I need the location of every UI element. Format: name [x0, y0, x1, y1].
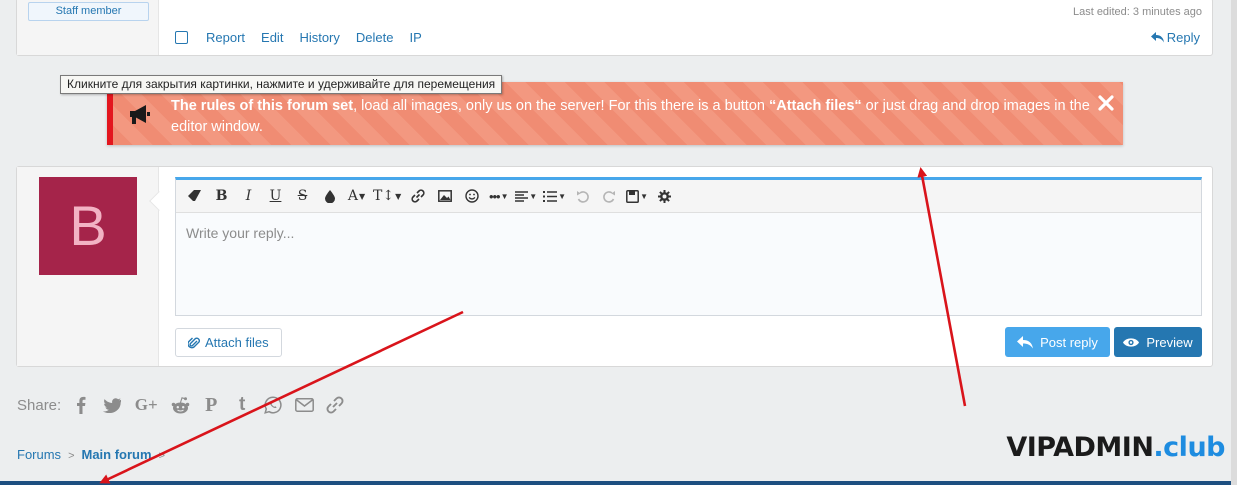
tumblr-icon[interactable]: t [232, 394, 252, 415]
italic-button[interactable]: I [238, 184, 259, 208]
scrollbar[interactable] [1231, 0, 1237, 485]
google-plus-icon[interactable]: G+ [133, 395, 159, 415]
pinterest-icon[interactable]: P [201, 394, 221, 416]
edit-link[interactable]: Edit [261, 30, 283, 45]
font-size-button[interactable]: T↕ ▼ [373, 184, 401, 208]
chevron-down-icon: ▼ [529, 191, 538, 201]
underline-button[interactable]: U [265, 184, 286, 208]
font-family-button[interactable]: A ▼ [346, 184, 367, 208]
whatsapp-icon[interactable] [263, 395, 283, 415]
redo-icon[interactable] [599, 184, 620, 208]
watermark-main: VIPADMIN [1006, 432, 1154, 463]
reply-label: Reply [1166, 30, 1200, 45]
post-user-panel: Staff member [17, 0, 159, 55]
notice-bold-button: “Attach files“ [768, 98, 862, 114]
reply-arrow-icon [1150, 32, 1164, 43]
reddit-icon[interactable] [170, 395, 190, 415]
list-icon[interactable]: ▼ [543, 184, 566, 208]
facebook-icon[interactable] [71, 395, 91, 415]
eraser-icon[interactable] [184, 184, 205, 208]
post-actions: Report Edit History Delete IP [175, 30, 438, 45]
twitter-icon[interactable] [102, 395, 122, 415]
chevron-down-icon: ▼ [500, 191, 509, 201]
chevron-down-icon: ▼ [358, 191, 366, 201]
save-draft-icon[interactable]: ▼ [626, 184, 648, 208]
breadcrumb-forums[interactable]: Forums [17, 447, 61, 462]
last-edited-text: Last edited: 3 minutes ago [1072, 6, 1202, 18]
reply-arrow-icon [1017, 335, 1034, 348]
reply-textarea[interactable]: Write your reply... [176, 213, 1201, 315]
rich-text-editor: B I U S A ▼ T↕ ▼ ••• ▼ ▼ ▼ ▼ Write your rep… [175, 177, 1202, 316]
eye-icon [1123, 337, 1140, 347]
chevron-down-icon: ▼ [395, 191, 402, 201]
font-size-label: T↕ [373, 188, 395, 204]
history-link[interactable]: History [299, 30, 339, 45]
share-bar: Share: G+ P t [17, 394, 356, 416]
smiley-icon[interactable] [461, 184, 482, 208]
watermark-tld: .club [1153, 432, 1225, 463]
attach-files-button[interactable]: Attach files [175, 328, 282, 357]
close-icon[interactable] [1098, 95, 1114, 111]
watermark-logo: VIPADMIN.club [1006, 432, 1225, 463]
quick-reply-form: B B I U S A ▼ T↕ ▼ ••• ▼ ▼ ▼ ▼ Write your r… [16, 166, 1213, 367]
notice-text-mid: , load all images, only us on the server… [353, 98, 769, 114]
reply-link[interactable]: Reply [1150, 30, 1200, 45]
image-tooltip: Кликните для закрытия картинки, нажмите … [60, 75, 503, 94]
image-icon[interactable] [434, 184, 455, 208]
report-link[interactable]: Report [206, 30, 245, 45]
link-icon[interactable] [407, 184, 428, 208]
reply-user-panel: B [17, 167, 159, 366]
footer-bar [0, 481, 1237, 485]
chevron-right-icon: > [68, 450, 75, 462]
share-label: Share: [17, 396, 62, 414]
notice-bold-lead: The rules of this forum set [171, 98, 354, 114]
post-footer: Staff member Last edited: 3 minutes ago … [16, 0, 1213, 56]
bold-button[interactable]: B [211, 184, 232, 208]
settings-icon[interactable] [654, 184, 675, 208]
preview-button[interactable]: Preview [1114, 327, 1202, 357]
breadcrumb: Forums > Main forum > [17, 447, 172, 462]
editor-toolbar: B I U S A ▼ T↕ ▼ ••• ▼ ▼ ▼ ▼ [176, 180, 1201, 213]
megaphone-icon [130, 105, 150, 124]
post-reply-label: Post reply [1040, 334, 1098, 350]
email-icon[interactable] [294, 395, 314, 415]
paperclip-icon [188, 336, 200, 348]
chevron-down-icon: ▼ [640, 191, 648, 201]
ip-link[interactable]: IP [409, 30, 421, 45]
breadcrumb-main-forum[interactable]: Main forum [82, 447, 152, 462]
font-family-label: A [347, 188, 358, 204]
select-post-checkbox[interactable] [175, 31, 188, 44]
post-reply-button[interactable]: Post reply [1005, 327, 1110, 357]
color-drop-icon[interactable] [319, 184, 340, 208]
staff-badge: Staff member [28, 2, 149, 21]
strikethrough-button[interactable]: S [292, 184, 313, 208]
delete-link[interactable]: Delete [356, 30, 394, 45]
preview-label: Preview [1146, 334, 1193, 350]
align-icon[interactable]: ▼ [515, 184, 537, 208]
chevron-right-icon: > [158, 450, 165, 462]
chevron-down-icon: ▼ [558, 191, 567, 201]
attach-files-label: Attach files [205, 335, 269, 350]
notice-text: The rules of this forum set, load all im… [171, 96, 1091, 138]
avatar[interactable]: B [39, 177, 137, 275]
link-icon[interactable] [325, 395, 345, 415]
more-icon[interactable]: ••• ▼ [488, 184, 509, 208]
undo-icon[interactable] [572, 184, 593, 208]
